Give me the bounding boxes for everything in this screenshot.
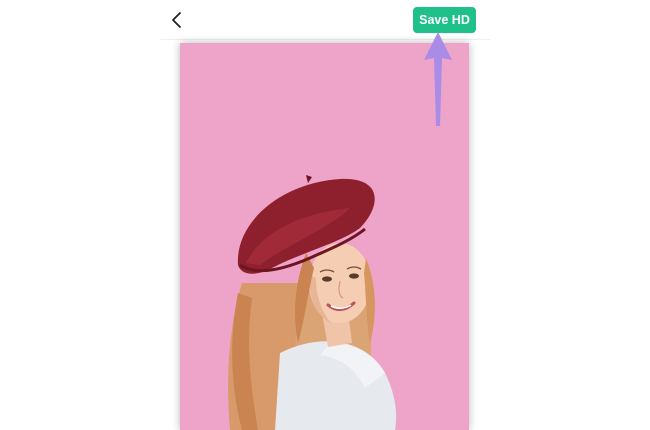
chevron-left-icon: [172, 12, 181, 28]
back-button[interactable]: [164, 6, 190, 34]
editor-screen: Save HD: [0, 0, 650, 430]
arrow-up-icon: [424, 32, 452, 126]
